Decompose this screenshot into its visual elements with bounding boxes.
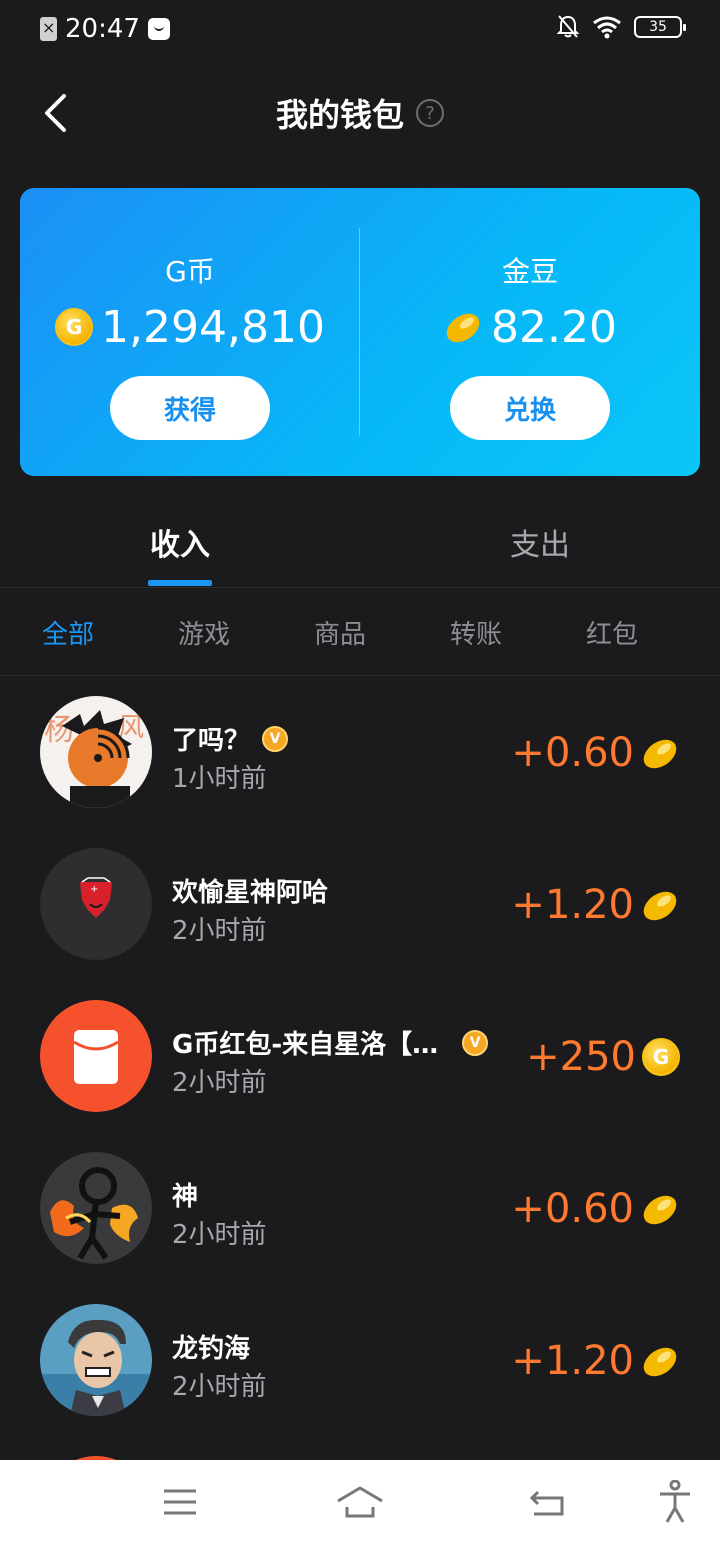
gcoin-amount-row: G 1,294,810 bbox=[55, 300, 325, 354]
home-icon bbox=[337, 1486, 383, 1518]
tx-amount: +0.60 bbox=[511, 730, 634, 776]
avatar bbox=[40, 1000, 152, 1112]
status-left: 20:47 bbox=[40, 14, 170, 44]
wallet-card: G币 G 1,294,810 获得 金豆 82.20 兑换 bbox=[20, 188, 700, 476]
back-nav-button[interactable] bbox=[518, 1480, 578, 1524]
gold-bean-icon bbox=[643, 891, 677, 921]
shopping-bag-icon bbox=[147, 18, 170, 40]
tx-name-row: 欢愉星神阿哈 bbox=[172, 872, 328, 909]
tx-name: G币红包-来自星洛【… bbox=[172, 1030, 439, 1060]
category-filters: 全部 游戏 商品 转账 红包 bbox=[0, 588, 720, 676]
avatar-red-mask-image: + bbox=[40, 848, 152, 960]
beans-amount-row: 82.20 bbox=[443, 300, 617, 354]
gcoin-amount: 1,294,810 bbox=[101, 301, 325, 353]
tx-name: 欢愉星神阿哈 bbox=[172, 878, 329, 908]
beans-section: 金豆 82.20 兑换 bbox=[360, 250, 700, 440]
no-sim-icon bbox=[40, 17, 57, 41]
help-icon[interactable]: ? bbox=[416, 99, 444, 127]
mute-bell-icon bbox=[556, 15, 580, 38]
verified-badge-icon: V bbox=[462, 1029, 489, 1056]
transaction-row[interactable]: 神 2小时前 +0.60 bbox=[0, 1132, 720, 1284]
tx-amount: +250 bbox=[526, 1034, 636, 1080]
filter-all[interactable]: 全部 bbox=[18, 614, 118, 651]
tab-indicator bbox=[148, 580, 212, 586]
gold-bean-icon bbox=[643, 739, 677, 769]
gold-bean-icon bbox=[643, 1347, 677, 1377]
gcoin-section: G币 G 1,294,810 获得 bbox=[20, 250, 360, 440]
avatar-orange-mask-image: 杨 风 bbox=[40, 696, 152, 808]
menu-icon bbox=[164, 1489, 196, 1515]
tx-name-row: 了吗？ V bbox=[172, 720, 289, 757]
title-wrap: 我的钱包 ? bbox=[0, 90, 720, 136]
tx-name: 神 bbox=[172, 1182, 199, 1212]
transaction-row[interactable]: G币红包-来自星洛【… V 2小时前 +250 G bbox=[0, 980, 720, 1132]
svg-text:+: + bbox=[90, 884, 98, 895]
status-right: 35 bbox=[556, 14, 686, 40]
tx-amount-row: +1.20 bbox=[511, 1338, 680, 1384]
tx-amount: +0.60 bbox=[511, 1186, 634, 1232]
gold-bean-icon bbox=[643, 1195, 677, 1225]
filter-games[interactable]: 游戏 bbox=[154, 614, 254, 651]
home-button[interactable] bbox=[330, 1480, 390, 1524]
g-coin-icon: G bbox=[55, 308, 94, 346]
menu-button[interactable] bbox=[150, 1480, 210, 1524]
tx-name-row: 龙钓海 bbox=[172, 1328, 250, 1365]
tx-time: 2小时前 bbox=[172, 1372, 267, 1402]
tx-amount: +1.20 bbox=[511, 1338, 634, 1384]
system-nav-bar bbox=[0, 1460, 720, 1544]
battery-icon: 35 bbox=[634, 16, 686, 38]
accessibility-button[interactable] bbox=[645, 1480, 705, 1524]
transaction-row[interactable]: + 欢愉星神阿哈 2小时前 +1.20 bbox=[0, 828, 720, 980]
page-title: 我的钱包 bbox=[275, 96, 404, 134]
tx-amount-row: +1.20 bbox=[511, 882, 680, 928]
tx-name-row: 神 bbox=[172, 1176, 198, 1213]
tx-amount-row: +0.60 bbox=[511, 730, 680, 776]
get-gcoin-button[interactable]: 获得 bbox=[110, 376, 270, 440]
tx-name: 龙钓海 bbox=[172, 1334, 251, 1364]
status-bar: 20:47 35 bbox=[0, 0, 720, 60]
income-expense-tabs: 收入 支出 bbox=[0, 500, 720, 588]
tx-time: 2小时前 bbox=[172, 916, 267, 946]
filter-red-packet[interactable]: 红包 bbox=[562, 614, 662, 651]
transaction-row[interactable]: 龙钓海 2小时前 +1.20 bbox=[0, 1284, 720, 1436]
accessibility-icon bbox=[660, 1480, 690, 1523]
tx-time: 2小时前 bbox=[172, 1220, 267, 1250]
avatar: 杨 风 bbox=[40, 696, 152, 808]
tab-expense[interactable]: 支出 bbox=[440, 520, 640, 564]
tx-name: 了吗？ bbox=[172, 726, 251, 756]
header: 我的钱包 ? bbox=[0, 70, 720, 154]
svg-text:杨: 杨 bbox=[44, 713, 74, 748]
transaction-row[interactable]: 杨 风 了吗？ V 1小时前 +0.60 bbox=[0, 676, 720, 828]
tx-time: 2小时前 bbox=[172, 1068, 267, 1098]
gold-bean-icon bbox=[446, 313, 480, 343]
beans-amount: 82.20 bbox=[491, 301, 617, 353]
avatar-cartoon-man-image bbox=[40, 1304, 152, 1416]
back-arrow-icon bbox=[529, 1490, 564, 1516]
status-time: 20:47 bbox=[65, 14, 140, 44]
g-coin-icon: G bbox=[642, 1038, 680, 1076]
tab-income[interactable]: 收入 bbox=[80, 520, 280, 564]
tx-time: 1小时前 bbox=[172, 764, 267, 794]
wifi-icon bbox=[593, 16, 621, 39]
verified-badge-icon: V bbox=[262, 725, 289, 752]
transaction-list: 杨 风 了吗？ V 1小时前 +0.60 + 欢愉星神阿哈 2小时前 +1.20… bbox=[0, 676, 720, 1544]
beans-label: 金豆 bbox=[501, 255, 558, 288]
exchange-beans-button[interactable]: 兑换 bbox=[450, 376, 610, 440]
avatar: + bbox=[40, 848, 152, 960]
tx-amount-row: +0.60 bbox=[511, 1186, 680, 1232]
avatar bbox=[40, 1304, 152, 1416]
filter-transfer[interactable]: 转账 bbox=[426, 614, 526, 651]
avatar bbox=[40, 1152, 152, 1264]
filter-goods[interactable]: 商品 bbox=[290, 614, 390, 651]
gcoin-label: G币 bbox=[165, 255, 215, 288]
tx-amount: +1.20 bbox=[511, 882, 634, 928]
avatar-stickman-fire-image bbox=[40, 1152, 152, 1264]
red-packet-icon bbox=[40, 1000, 152, 1112]
tx-amount-row: +250 G bbox=[526, 1034, 680, 1080]
tx-name-row: G币红包-来自星洛【… V bbox=[172, 1024, 489, 1061]
